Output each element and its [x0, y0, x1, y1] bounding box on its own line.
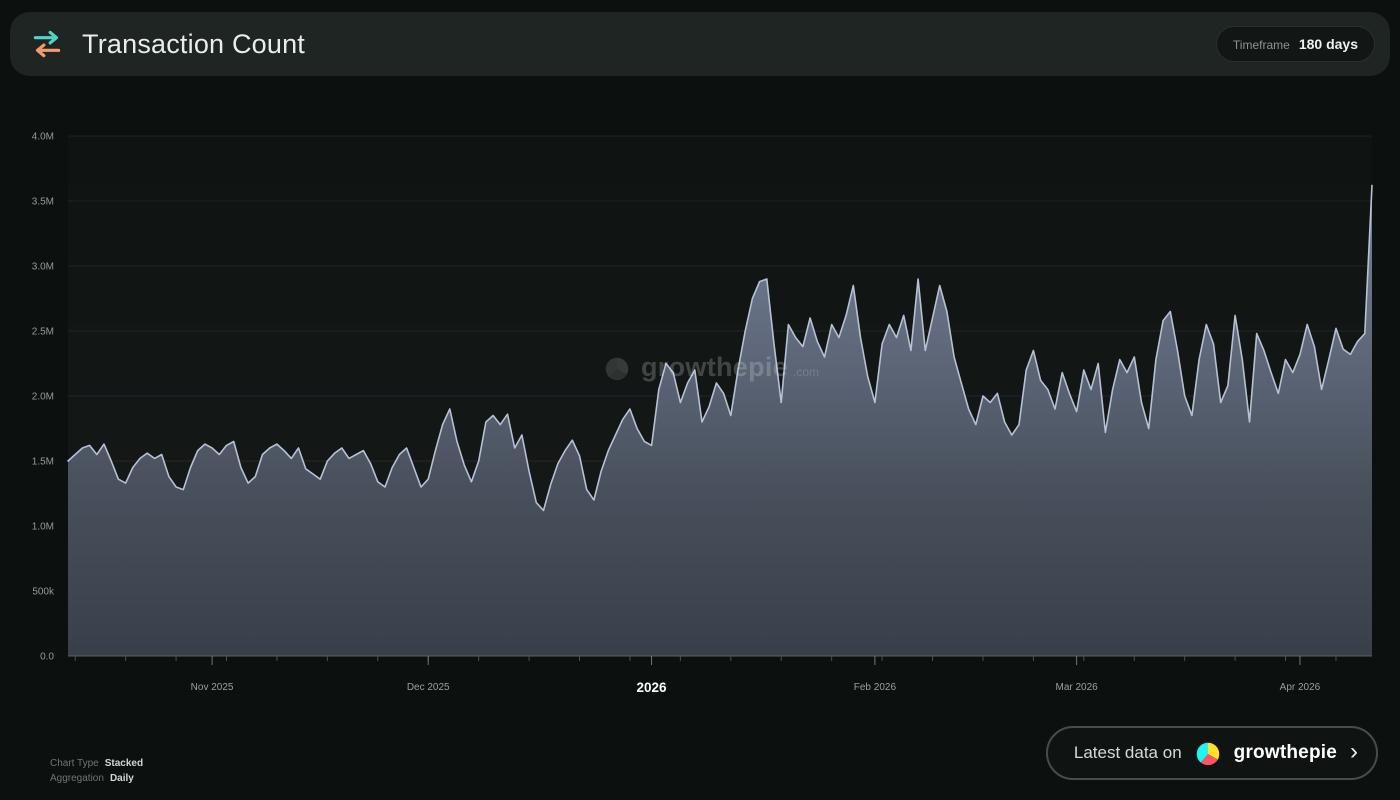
svg-text:Dec 2025: Dec 2025: [407, 682, 450, 693]
svg-text:500k: 500k: [32, 587, 55, 598]
transaction-count-area-chart[interactable]: 0.0 500k 1.0M 1.5M 2.0M 2.5M 3.0M 3.5M 4.0M Nov 2…: [0, 90, 1400, 710]
aggregation-row: Aggregation Daily: [50, 771, 143, 786]
transactions-swap-icon: [28, 25, 66, 63]
svg-text:3.5M: 3.5M: [32, 197, 54, 208]
svg-text:2.5M: 2.5M: [32, 327, 54, 338]
cta-brand-text: growthepie: [1234, 742, 1337, 764]
chevron-right-icon: ›: [1350, 740, 1358, 764]
header-bar: Transaction Count Timeframe 180 days: [10, 12, 1390, 76]
svg-text:1.0M: 1.0M: [32, 522, 54, 533]
svg-text:2.0M: 2.0M: [32, 392, 54, 403]
page-title: Transaction Count: [82, 29, 305, 60]
chart-type-label: Chart Type: [50, 756, 99, 771]
svg-text:3.0M: 3.0M: [32, 262, 54, 273]
svg-text:2026: 2026: [637, 680, 668, 695]
svg-text:Apr 2026: Apr 2026: [1280, 682, 1321, 693]
svg-text:1.5M: 1.5M: [32, 457, 54, 468]
svg-text:0.0: 0.0: [40, 652, 54, 663]
chart-type-value: Stacked: [105, 756, 143, 771]
latest-data-cta-button[interactable]: Latest data on growthepie ›: [1046, 726, 1378, 780]
svg-text:Feb 2026: Feb 2026: [854, 682, 897, 693]
chart-type-row: Chart Type Stacked: [50, 756, 143, 771]
chart-meta: Chart Type Stacked Aggregation Daily: [50, 756, 143, 786]
timeframe-selector[interactable]: Timeframe 180 days: [1217, 27, 1374, 61]
aggregation-label: Aggregation: [50, 771, 104, 786]
transaction-count-page: Transaction Count Timeframe 180 days 0.0…: [0, 0, 1400, 800]
svg-text:Mar 2026: Mar 2026: [1055, 682, 1098, 693]
growthepie-logo-icon: [1193, 738, 1223, 768]
timeframe-value: 180 days: [1299, 36, 1358, 52]
timeframe-label: Timeframe: [1233, 38, 1290, 52]
aggregation-value: Daily: [110, 771, 134, 786]
svg-text:Nov 2025: Nov 2025: [191, 682, 234, 693]
svg-text:4.0M: 4.0M: [32, 132, 54, 143]
cta-prefix-text: Latest data on: [1074, 743, 1182, 763]
